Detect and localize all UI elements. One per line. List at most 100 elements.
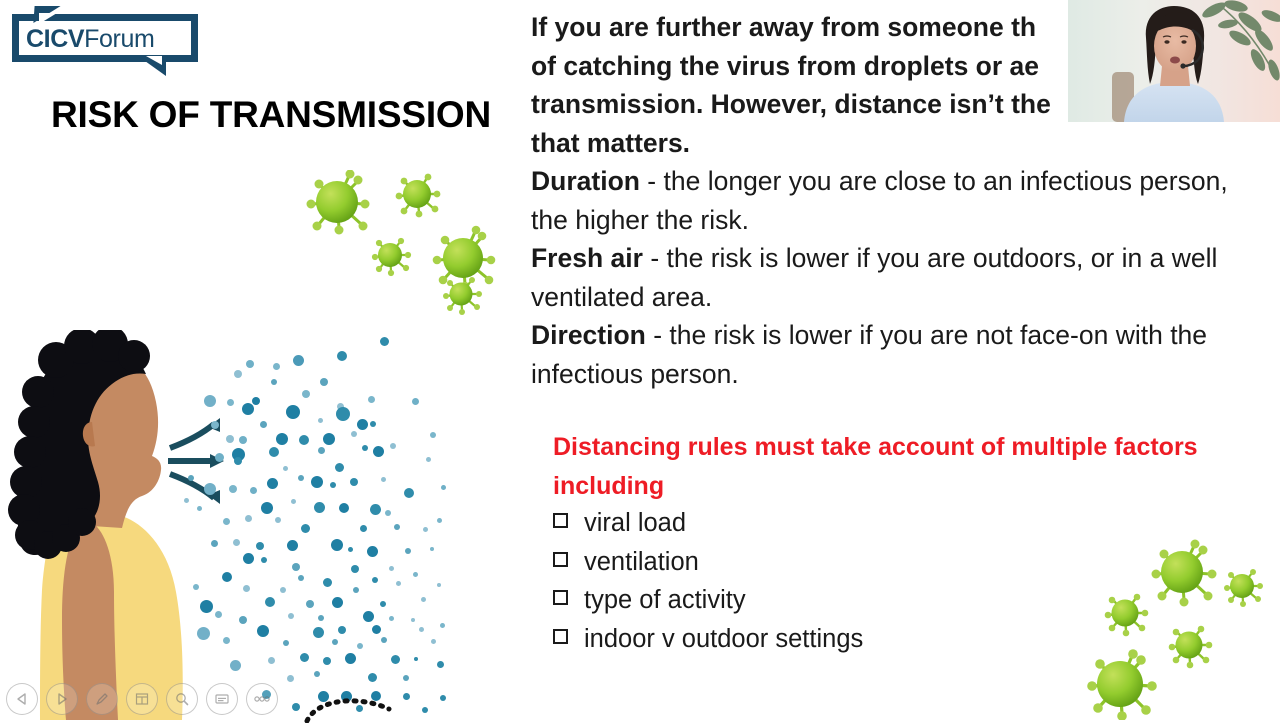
- droplet: [372, 577, 378, 583]
- droplet: [403, 675, 409, 681]
- droplet: [380, 337, 389, 346]
- droplet: [184, 498, 189, 503]
- droplet: [389, 616, 394, 621]
- hair-curl: [22, 376, 54, 408]
- droplet: [267, 478, 278, 489]
- droplet: [291, 499, 296, 504]
- logo-light-text: Forum: [84, 25, 155, 53]
- triangle-left-icon: [17, 693, 26, 705]
- droplet: [357, 643, 363, 649]
- droplet: [332, 597, 343, 608]
- droplet: [283, 640, 289, 646]
- see-all-slides-button[interactable]: See all slides: [126, 683, 158, 715]
- droplet: [204, 483, 216, 495]
- logo-bold-text: CICV: [26, 25, 85, 53]
- droplet: [234, 457, 242, 465]
- droplet: [197, 506, 202, 511]
- cicv-forum-logo: CICVForum: [6, 6, 206, 78]
- droplet: [330, 482, 336, 488]
- droplet: [367, 546, 378, 557]
- droplet: [437, 583, 441, 587]
- droplet: [273, 363, 280, 370]
- virus-particle: [432, 225, 496, 291]
- droplet: [370, 504, 381, 515]
- droplet: [336, 407, 350, 421]
- droplet: [348, 547, 353, 552]
- droplet: [188, 475, 194, 481]
- checkbox-icon: [553, 590, 572, 609]
- droplet: [246, 360, 254, 368]
- droplet: [197, 627, 210, 640]
- checklist-label: viral load: [584, 509, 687, 537]
- checkbox-icon: [553, 628, 572, 648]
- droplet: [323, 657, 331, 665]
- droplet: [292, 703, 300, 711]
- hair-curl: [10, 466, 42, 498]
- magnifier-icon: [176, 693, 189, 706]
- page-title: RISK OF TRANSMISSION: [50, 94, 492, 135]
- droplet: [380, 601, 386, 607]
- droplet: [288, 613, 294, 619]
- zoom-into-slide-button[interactable]: Zoom into the slide: [166, 683, 198, 715]
- droplet: [302, 390, 310, 398]
- presenter-video-frame: [1068, 0, 1280, 122]
- previous-slide-button[interactable]: Previous slide: [6, 683, 38, 715]
- droplet: [430, 432, 436, 438]
- droplet: [269, 447, 279, 457]
- droplet: [287, 540, 298, 551]
- droplet: [437, 661, 444, 668]
- droplet: [256, 542, 264, 550]
- droplet: [260, 421, 267, 428]
- droplet: [313, 627, 324, 638]
- logo-wordmark: CICVForum: [26, 23, 155, 55]
- droplet: [250, 487, 257, 494]
- droplet: [283, 466, 288, 471]
- droplet: [193, 584, 199, 590]
- hair-curl: [18, 406, 50, 438]
- droplet: [211, 540, 218, 547]
- factor-direction: Direction - the risk is lower if you are…: [531, 316, 1261, 393]
- droplet: [239, 616, 247, 624]
- toggle-subtitles-button[interactable]: Toggle subtitles: [206, 683, 238, 715]
- droplet: [394, 524, 400, 530]
- droplet: [293, 355, 304, 366]
- droplet: [362, 445, 368, 451]
- droplet: [276, 433, 288, 445]
- droplet: [230, 660, 241, 671]
- checklist-item: indoor v outdoor settings: [553, 620, 1213, 659]
- droplet: [351, 565, 359, 573]
- droplet: [363, 611, 374, 622]
- droplet: [370, 421, 376, 427]
- droplet: [314, 671, 320, 677]
- triangle-right-icon: [58, 693, 67, 705]
- virus-particle: [1224, 569, 1263, 607]
- grid-icon: [135, 693, 149, 705]
- droplet: [298, 475, 304, 481]
- presenter-mouth: [1170, 56, 1180, 64]
- presenter-video-overlay[interactable]: [1068, 0, 1280, 122]
- slideshow-toolbar[interactable]: Previous slide Next slide Pen and laser …: [6, 682, 278, 716]
- droplet: [234, 370, 242, 378]
- droplet: [211, 421, 219, 429]
- factor-duration: Duration - the longer you are close to a…: [531, 162, 1261, 239]
- next-slide-button[interactable]: Next slide: [46, 683, 78, 715]
- droplet: [233, 539, 240, 546]
- droplet: [318, 447, 325, 454]
- intro-line-3: transmission. However, distance isn’t th…: [531, 89, 1051, 119]
- droplet: [357, 419, 368, 430]
- droplet: [413, 572, 418, 577]
- factor-dash: -: [645, 320, 670, 350]
- droplet: [368, 396, 375, 403]
- droplet: [423, 527, 428, 532]
- droplet: [271, 379, 277, 385]
- droplet: [373, 446, 384, 457]
- droplet: [215, 611, 222, 618]
- droplet: [350, 478, 358, 486]
- pen-tools-button[interactable]: Pen and laser pointer tools: [86, 683, 118, 715]
- checkbox-icon: [553, 513, 572, 532]
- droplet: [311, 476, 323, 488]
- droplet: [261, 557, 267, 563]
- droplet: [437, 518, 442, 523]
- more-options-button[interactable]: More slide show options: [246, 683, 278, 715]
- droplet: [440, 623, 445, 628]
